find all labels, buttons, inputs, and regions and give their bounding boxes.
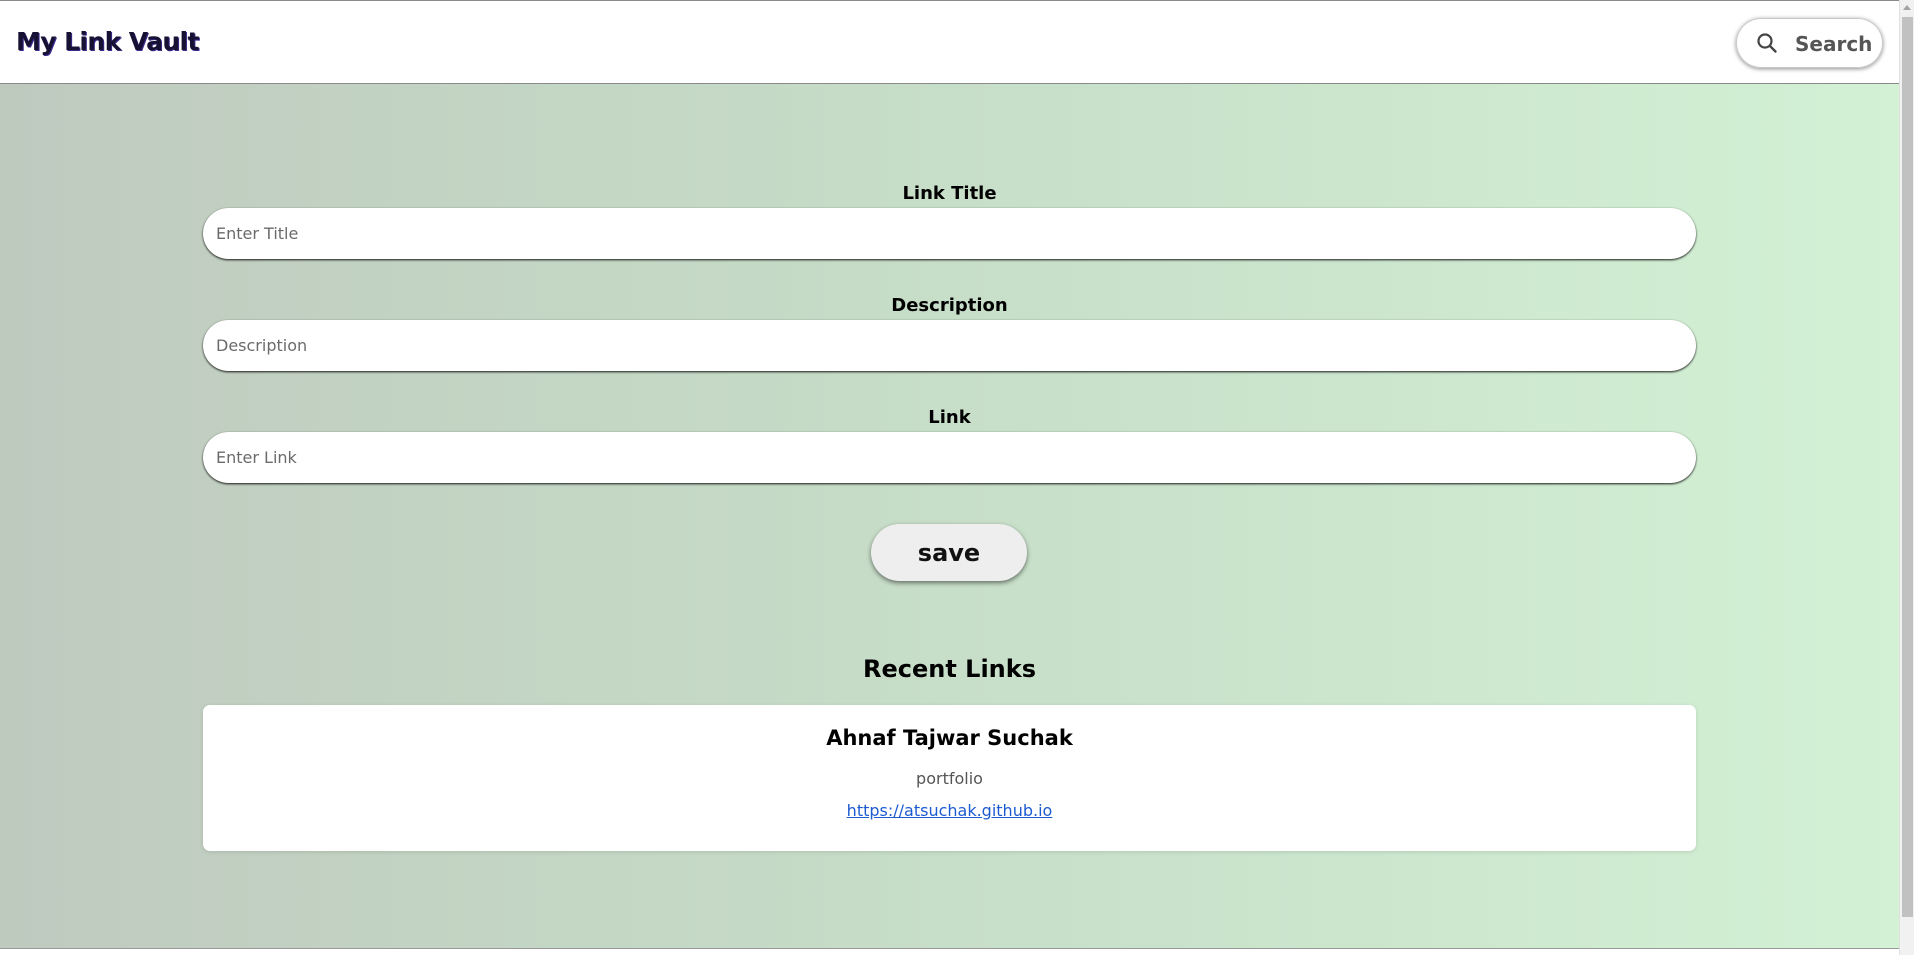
search-button-label: Search (1795, 32, 1873, 56)
browser-viewport: My Link Vault Search Link Title Descript… (0, 0, 1899, 955)
save-button[interactable]: save (871, 524, 1027, 581)
description-label: Description (891, 295, 1008, 316)
link-card-title: Ahnaf Tajwar Suchak (826, 726, 1073, 750)
link-title-input[interactable] (203, 208, 1696, 259)
link-card-url-row: https://atsuchak.github.io (203, 801, 1696, 820)
link-url-input[interactable] (203, 432, 1696, 483)
link-title-label: Link Title (902, 183, 997, 204)
top-navbar: My Link Vault Search (0, 0, 1899, 84)
link-card-url[interactable]: https://atsuchak.github.io (847, 801, 1053, 820)
page: My Link Vault Search Link Title Descript… (0, 0, 1914, 955)
scrollbar-thumb[interactable] (1902, 17, 1913, 917)
search-icon (1757, 33, 1777, 53)
add-link-form: Link Title Description Link (203, 180, 1696, 483)
scroll-up-arrow-icon[interactable] (1903, 5, 1911, 10)
field-gap (203, 259, 1696, 292)
search-button[interactable]: Search (1736, 18, 1883, 68)
page-bottom-edge (0, 948, 1899, 955)
link-label: Link (928, 407, 971, 428)
link-card-description: portfolio (916, 769, 983, 788)
link-card: Ahnaf Tajwar Suchak portfolio https://at… (203, 705, 1696, 851)
main-content: Link Title Description Link save Recent … (0, 84, 1899, 948)
recent-links-heading: Recent Links (862, 655, 1037, 683)
vertical-scrollbar[interactable] (1899, 0, 1914, 955)
field-gap (203, 371, 1696, 404)
description-input[interactable] (203, 320, 1696, 371)
brand-logo[interactable]: My Link Vault (16, 27, 199, 56)
